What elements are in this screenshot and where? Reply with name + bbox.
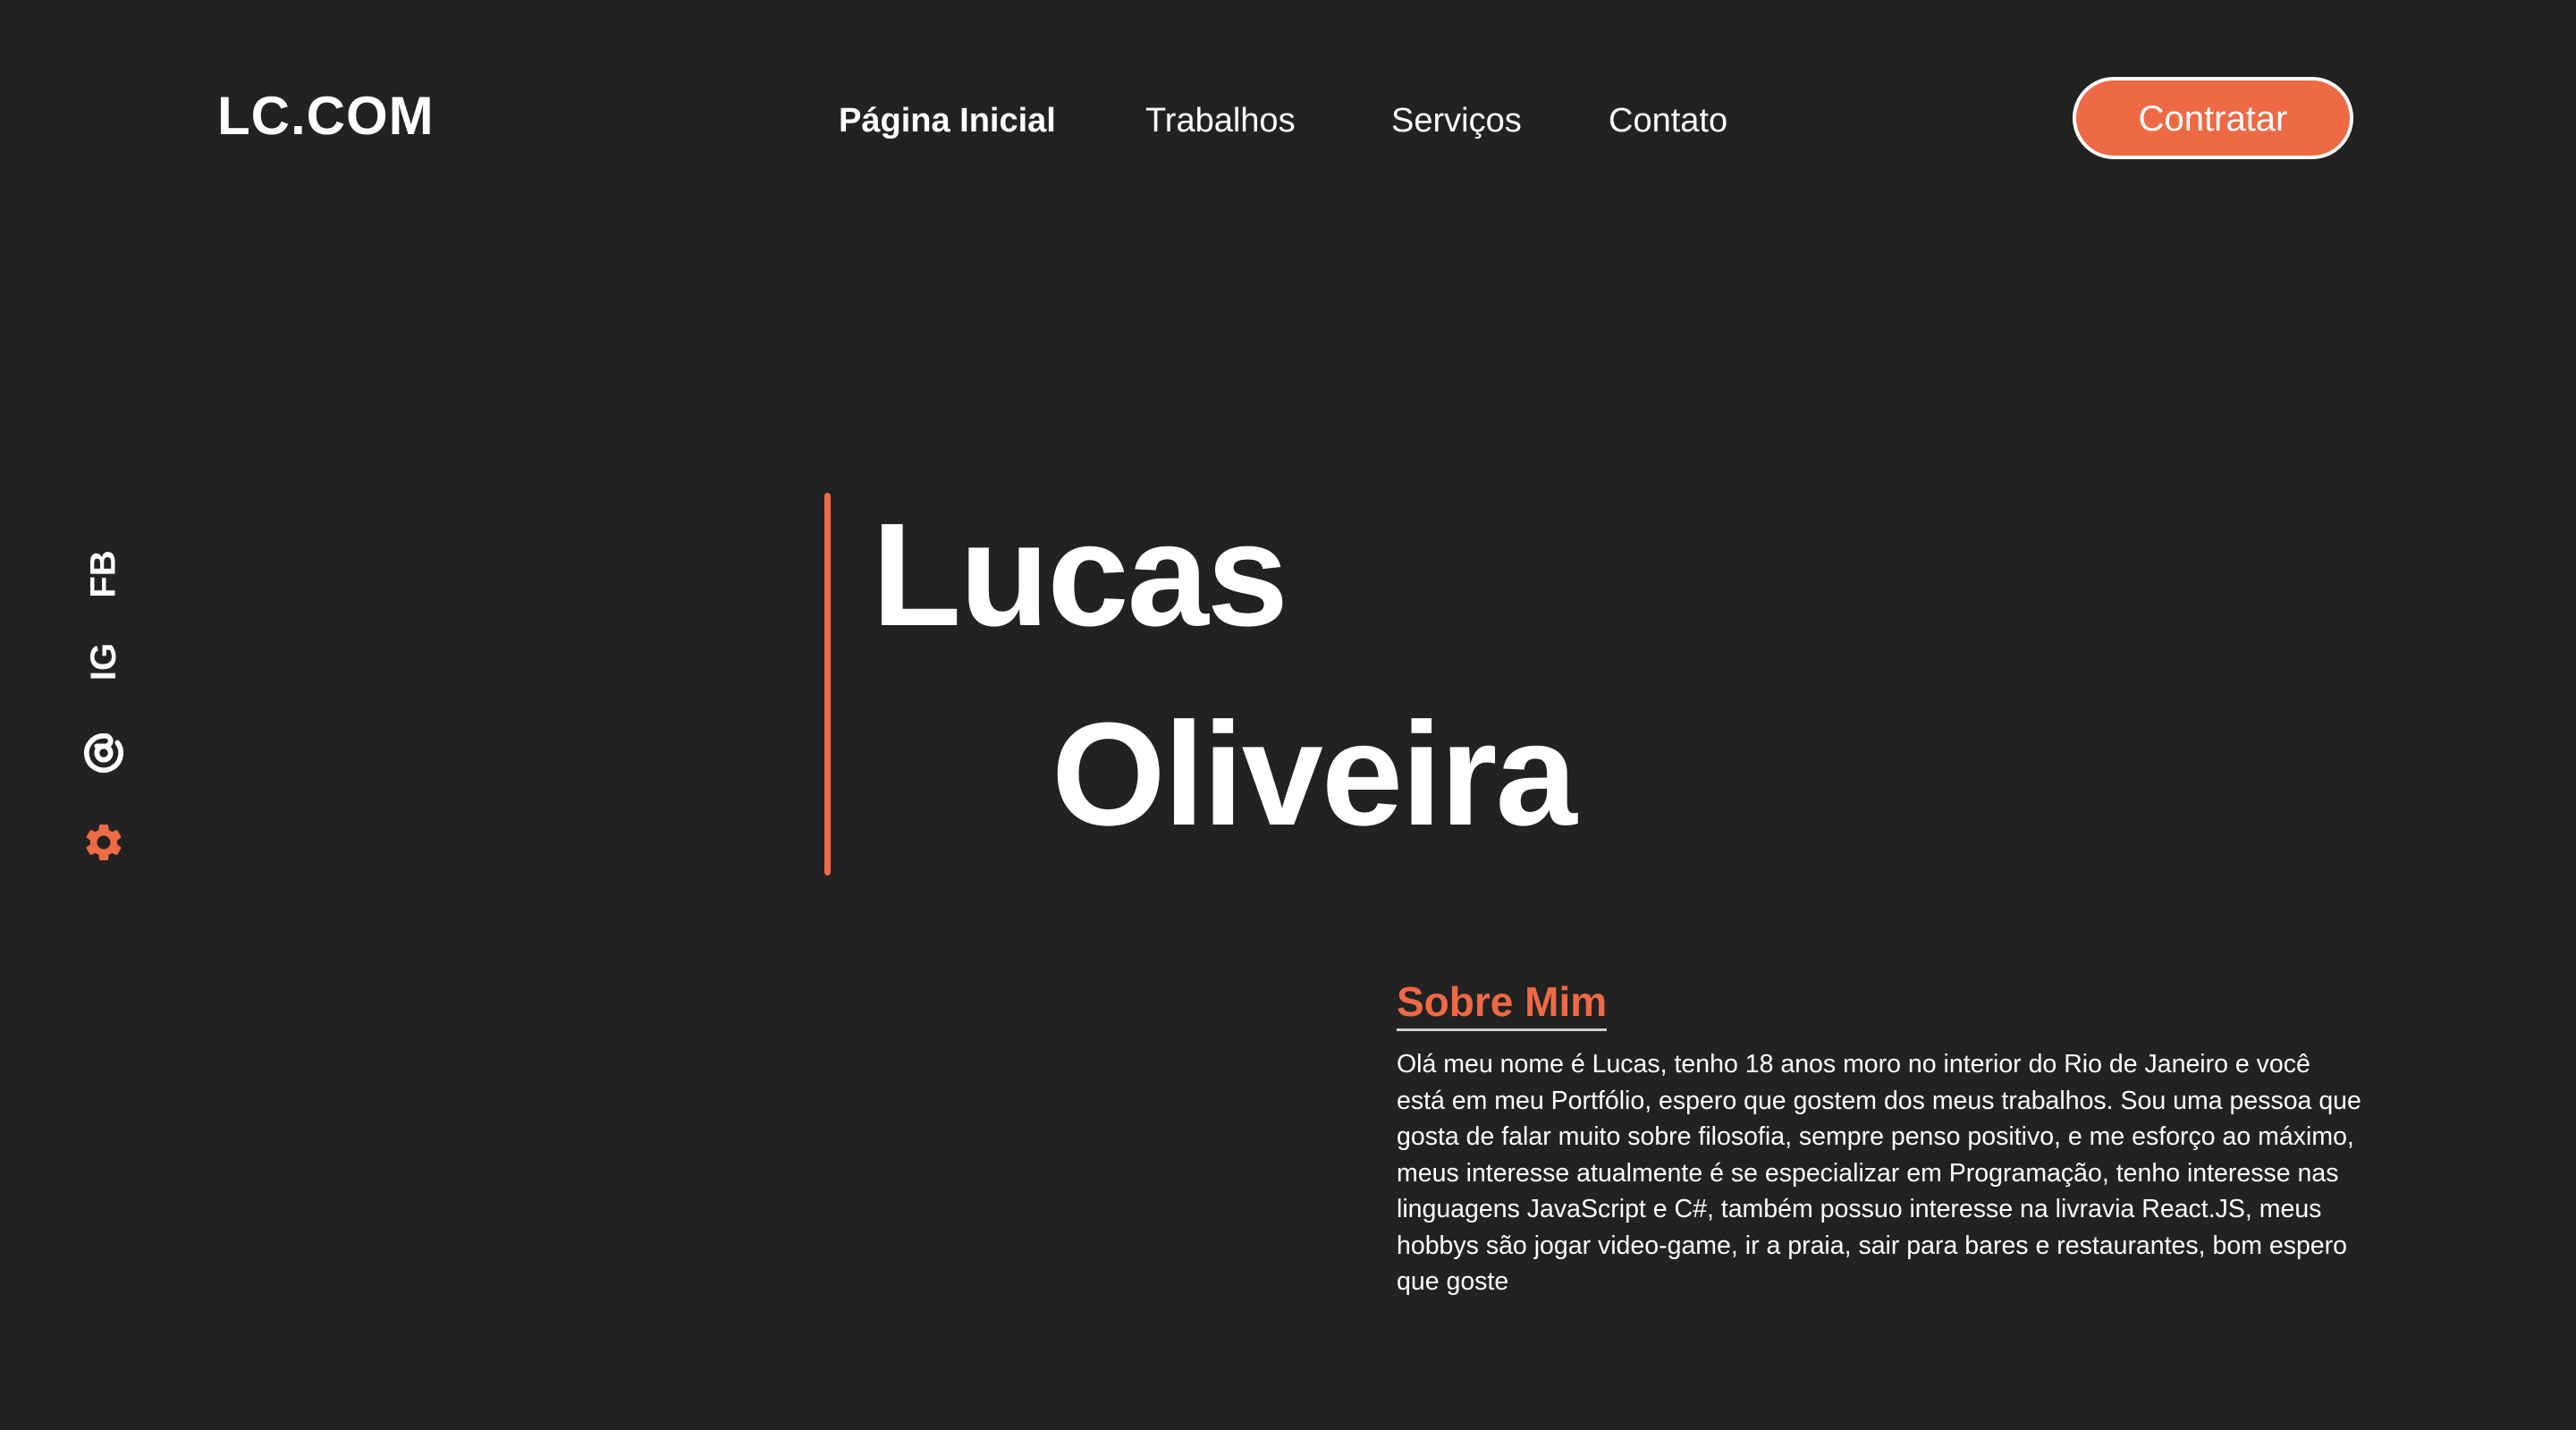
about-text: Olá meu nome é Lucas, tenho 18 anos moro… [1397,1050,2361,1296]
at-sign-icon [84,732,123,774]
gear-icon [86,825,122,860]
nav-item-works[interactable]: Trabalhos [1145,98,1296,143]
email-link[interactable] [79,726,129,780]
instagram-link[interactable]: IG [79,635,129,689]
facebook-text-icon: FB [83,550,123,598]
nav-item-home[interactable]: Página Inicial [839,98,1056,143]
hero-last-name: Oliveira [1052,692,1577,856]
hero-first-name: Lucas [872,493,1288,656]
hero-accent-bar [824,493,831,876]
settings-link[interactable] [79,816,129,869]
nav-item-services[interactable]: Serviços [1391,98,1522,143]
site-logo[interactable]: LC.COM [217,89,435,143]
about-title: Sobre Mim [1397,977,1608,1031]
facebook-link[interactable]: FB [79,547,129,601]
nav-item-contact[interactable]: Contato [1609,98,1727,143]
instagram-text-icon: IG [83,642,123,681]
hire-button[interactable]: Contratar [2073,77,2353,159]
